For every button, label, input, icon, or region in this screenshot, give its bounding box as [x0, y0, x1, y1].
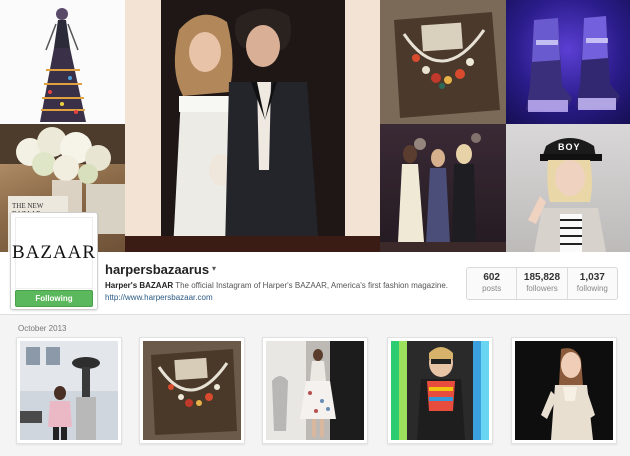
party-women-photo[interactable]: [380, 124, 506, 252]
avatar[interactable]: BAZAAR: [12, 217, 95, 289]
woman-pink-coat-photo: [20, 341, 118, 440]
feed-thumbnail[interactable]: [511, 337, 617, 444]
fashion-sketch-photo[interactable]: [0, 0, 125, 124]
necklace-photo: [143, 341, 241, 440]
stat-following[interactable]: 1,037 following: [568, 268, 617, 299]
stat-value: 185,828: [523, 272, 561, 283]
girl-cap-photo[interactable]: BOY: [506, 124, 630, 252]
woman-dark-background-photo: [515, 341, 613, 440]
profile-avatar-card: BAZAAR Following: [10, 212, 98, 310]
stat-value: 1,037: [579, 272, 605, 283]
bio-text: The official Instagram of Harper's BAZAA…: [173, 281, 449, 290]
necklace-photo[interactable]: [380, 0, 506, 124]
white-dress-photo: [266, 341, 364, 440]
stat-followers[interactable]: 185,828 followers: [517, 268, 568, 299]
couple-photo[interactable]: [125, 0, 380, 252]
month-label: October 2013: [18, 324, 67, 333]
feed-thumbnail[interactable]: [16, 337, 122, 444]
following-button[interactable]: Following: [15, 290, 93, 307]
stat-label: followers: [526, 284, 558, 293]
profile-bio: Harper's BAZAAR The official Instagram o…: [105, 280, 460, 304]
profile-stats: 602 posts 185,828 followers 1,037 follow…: [466, 267, 618, 300]
feed-thumbnail[interactable]: [139, 337, 245, 444]
stat-value: 602: [483, 272, 500, 283]
bio-link[interactable]: http://www.harpersbazaar.com: [105, 293, 213, 302]
stat-posts[interactable]: 602 posts: [467, 268, 518, 299]
username[interactable]: harpersbazaarus: [105, 262, 209, 277]
feed-thumbnail[interactable]: [387, 337, 493, 444]
stat-label: posts: [482, 284, 502, 293]
bio-name: Harper's BAZAAR: [105, 281, 174, 290]
chevron-down-icon[interactable]: ▾: [212, 264, 216, 273]
stat-label: following: [576, 284, 608, 293]
platform-boots-photo[interactable]: [506, 0, 630, 124]
cap-text: BOY: [558, 142, 581, 152]
feed-thumbnail[interactable]: [262, 337, 368, 444]
woman-colorful-shirt-photo: [391, 341, 489, 440]
